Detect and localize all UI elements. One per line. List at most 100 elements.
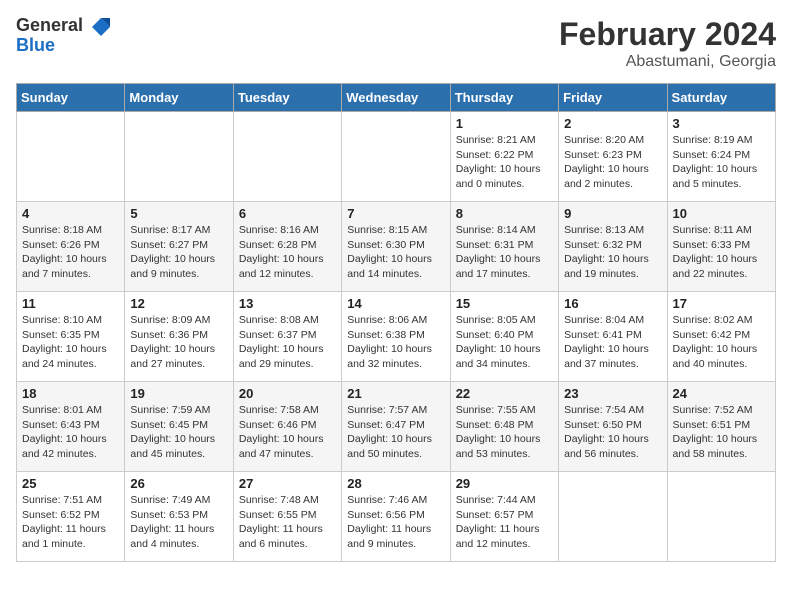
logo: General Blue — [16, 16, 112, 56]
day-info: Sunrise: 8:17 AM Sunset: 6:27 PM Dayligh… — [130, 223, 227, 282]
calendar-cell: 27 Sunrise: 7:48 AM Sunset: 6:55 PM Dayli… — [233, 472, 341, 562]
col-header-monday: Monday — [125, 84, 233, 112]
day-info: Sunrise: 8:20 AM Sunset: 6:23 PM Dayligh… — [564, 133, 661, 192]
calendar-cell: 25 Sunrise: 7:51 AM Sunset: 6:52 PM Dayli… — [17, 472, 125, 562]
day-number: 9 — [564, 206, 661, 221]
calendar-week-row: 18 Sunrise: 8:01 AM Sunset: 6:43 PM Dayli… — [17, 382, 776, 472]
day-number: 8 — [456, 206, 553, 221]
day-number: 6 — [239, 206, 336, 221]
calendar-cell: 20Sunrise: 7:58 AM Sunset: 6:46 PM Dayli… — [233, 382, 341, 472]
calendar-cell: 29 Sunrise: 7:44 AM Sunset: 6:57 PM Dayli… — [450, 472, 558, 562]
day-number: 3 — [673, 116, 770, 131]
day-info: Sunrise: 7:59 AM Sunset: 6:45 PM Dayligh… — [130, 403, 227, 462]
calendar-cell — [559, 472, 667, 562]
day-info: Sunrise: 7:44 AM Sunset: 6:57 PM Dayligh… — [456, 493, 553, 552]
col-header-sunday: Sunday — [17, 84, 125, 112]
calendar-cell: 1 Sunrise: 8:21 AM Sunset: 6:22 PM Daylig… — [450, 112, 558, 202]
col-header-wednesday: Wednesday — [342, 84, 450, 112]
day-info: Sunrise: 8:02 AM Sunset: 6:42 PM Dayligh… — [673, 313, 770, 372]
col-header-tuesday: Tuesday — [233, 84, 341, 112]
calendar-cell: 24 Sunrise: 7:52 AM Sunset: 6:51 PM Dayli… — [667, 382, 775, 472]
calendar-cell: 6 Sunrise: 8:16 AM Sunset: 6:28 PM Daylig… — [233, 202, 341, 292]
calendar-cell: 17 Sunrise: 8:02 AM Sunset: 6:42 PM Dayli… — [667, 292, 775, 382]
day-info: Sunrise: 8:04 AM Sunset: 6:41 PM Dayligh… — [564, 313, 661, 372]
calendar-cell: 7Sunrise: 8:15 AM Sunset: 6:30 PM Daylig… — [342, 202, 450, 292]
day-number: 2 — [564, 116, 661, 131]
col-header-saturday: Saturday — [667, 84, 775, 112]
calendar-cell: 26 Sunrise: 7:49 AM Sunset: 6:53 PM Dayli… — [125, 472, 233, 562]
calendar-cell: 11 Sunrise: 8:10 AM Sunset: 6:35 PM Dayli… — [17, 292, 125, 382]
title-section: February 2024 Abastumani, Georgia — [559, 16, 776, 71]
calendar-week-row: 1 Sunrise: 8:21 AM Sunset: 6:22 PM Daylig… — [17, 112, 776, 202]
calendar-cell — [17, 112, 125, 202]
day-info: Sunrise: 7:54 AM Sunset: 6:50 PM Dayligh… — [564, 403, 661, 462]
day-number: 7 — [347, 206, 444, 221]
day-number: 21 — [347, 386, 444, 401]
day-info: Sunrise: 8:09 AM Sunset: 6:36 PM Dayligh… — [130, 313, 227, 372]
day-number: 24 — [673, 386, 770, 401]
day-number: 15 — [456, 296, 553, 311]
calendar-cell: 10 Sunrise: 8:11 AM Sunset: 6:33 PM Dayli… — [667, 202, 775, 292]
calendar-cell: 12Sunrise: 8:09 AM Sunset: 6:36 PM Dayli… — [125, 292, 233, 382]
calendar-cell: 19 Sunrise: 7:59 AM Sunset: 6:45 PM Dayli… — [125, 382, 233, 472]
day-info: Sunrise: 8:08 AM Sunset: 6:37 PM Dayligh… — [239, 313, 336, 372]
col-header-thursday: Thursday — [450, 84, 558, 112]
day-info: Sunrise: 7:51 AM Sunset: 6:52 PM Dayligh… — [22, 493, 119, 552]
calendar-cell: 15 Sunrise: 8:05 AM Sunset: 6:40 PM Dayli… — [450, 292, 558, 382]
day-number: 22 — [456, 386, 553, 401]
day-number: 4 — [22, 206, 119, 221]
day-number: 23 — [564, 386, 661, 401]
day-info: Sunrise: 7:52 AM Sunset: 6:51 PM Dayligh… — [673, 403, 770, 462]
day-info: Sunrise: 7:55 AM Sunset: 6:48 PM Dayligh… — [456, 403, 553, 462]
calendar-cell — [125, 112, 233, 202]
day-info: Sunrise: 8:05 AM Sunset: 6:40 PM Dayligh… — [456, 313, 553, 372]
calendar-cell: 21Sunrise: 7:57 AM Sunset: 6:47 PM Dayli… — [342, 382, 450, 472]
calendar-table: SundayMondayTuesdayWednesdayThursdayFrid… — [16, 83, 776, 562]
calendar-cell: 16Sunrise: 8:04 AM Sunset: 6:41 PM Dayli… — [559, 292, 667, 382]
day-number: 18 — [22, 386, 119, 401]
day-number: 27 — [239, 476, 336, 491]
day-info: Sunrise: 8:14 AM Sunset: 6:31 PM Dayligh… — [456, 223, 553, 282]
calendar-cell: 13 Sunrise: 8:08 AM Sunset: 6:37 PM Dayli… — [233, 292, 341, 382]
calendar-cell: 14 Sunrise: 8:06 AM Sunset: 6:38 PM Dayli… — [342, 292, 450, 382]
location-subtitle: Abastumani, Georgia — [559, 53, 776, 71]
day-info: Sunrise: 8:19 AM Sunset: 6:24 PM Dayligh… — [673, 133, 770, 192]
day-info: Sunrise: 8:10 AM Sunset: 6:35 PM Dayligh… — [22, 313, 119, 372]
logo-blue-text: Blue — [16, 36, 112, 56]
calendar-cell: 3 Sunrise: 8:19 AM Sunset: 6:24 PM Daylig… — [667, 112, 775, 202]
day-info: Sunrise: 8:06 AM Sunset: 6:38 PM Dayligh… — [347, 313, 444, 372]
day-number: 19 — [130, 386, 227, 401]
calendar-cell: 4 Sunrise: 8:18 AM Sunset: 6:26 PM Daylig… — [17, 202, 125, 292]
calendar-cell: 18 Sunrise: 8:01 AM Sunset: 6:43 PM Dayli… — [17, 382, 125, 472]
day-number: 29 — [456, 476, 553, 491]
calendar-cell: 5 Sunrise: 8:17 AM Sunset: 6:27 PM Daylig… — [125, 202, 233, 292]
day-info: Sunrise: 7:46 AM Sunset: 6:56 PM Dayligh… — [347, 493, 444, 552]
day-number: 10 — [673, 206, 770, 221]
day-number: 26 — [130, 476, 227, 491]
day-number: 13 — [239, 296, 336, 311]
day-info: Sunrise: 8:18 AM Sunset: 6:26 PM Dayligh… — [22, 223, 119, 282]
day-info: Sunrise: 7:48 AM Sunset: 6:55 PM Dayligh… — [239, 493, 336, 552]
calendar-cell: 23 Sunrise: 7:54 AM Sunset: 6:50 PM Dayli… — [559, 382, 667, 472]
day-number: 20 — [239, 386, 336, 401]
calendar-week-row: 11 Sunrise: 8:10 AM Sunset: 6:35 PM Dayli… — [17, 292, 776, 382]
day-info: Sunrise: 8:11 AM Sunset: 6:33 PM Dayligh… — [673, 223, 770, 282]
calendar-cell — [342, 112, 450, 202]
month-title: February 2024 — [559, 16, 776, 53]
day-number: 5 — [130, 206, 227, 221]
day-number: 25 — [22, 476, 119, 491]
day-number: 28 — [347, 476, 444, 491]
day-info: Sunrise: 8:16 AM Sunset: 6:28 PM Dayligh… — [239, 223, 336, 282]
day-info: Sunrise: 8:21 AM Sunset: 6:22 PM Dayligh… — [456, 133, 553, 192]
col-header-friday: Friday — [559, 84, 667, 112]
calendar-week-row: 4 Sunrise: 8:18 AM Sunset: 6:26 PM Daylig… — [17, 202, 776, 292]
day-info: Sunrise: 7:49 AM Sunset: 6:53 PM Dayligh… — [130, 493, 227, 552]
calendar-cell: 28 Sunrise: 7:46 AM Sunset: 6:56 PM Dayli… — [342, 472, 450, 562]
day-number: 11 — [22, 296, 119, 311]
day-info: Sunrise: 8:13 AM Sunset: 6:32 PM Dayligh… — [564, 223, 661, 282]
day-info: Sunrise: 8:01 AM Sunset: 6:43 PM Dayligh… — [22, 403, 119, 462]
day-number: 14 — [347, 296, 444, 311]
page-header: General Blue February 2024 Abastumani, G… — [16, 16, 776, 71]
day-number: 1 — [456, 116, 553, 131]
day-number: 17 — [673, 296, 770, 311]
